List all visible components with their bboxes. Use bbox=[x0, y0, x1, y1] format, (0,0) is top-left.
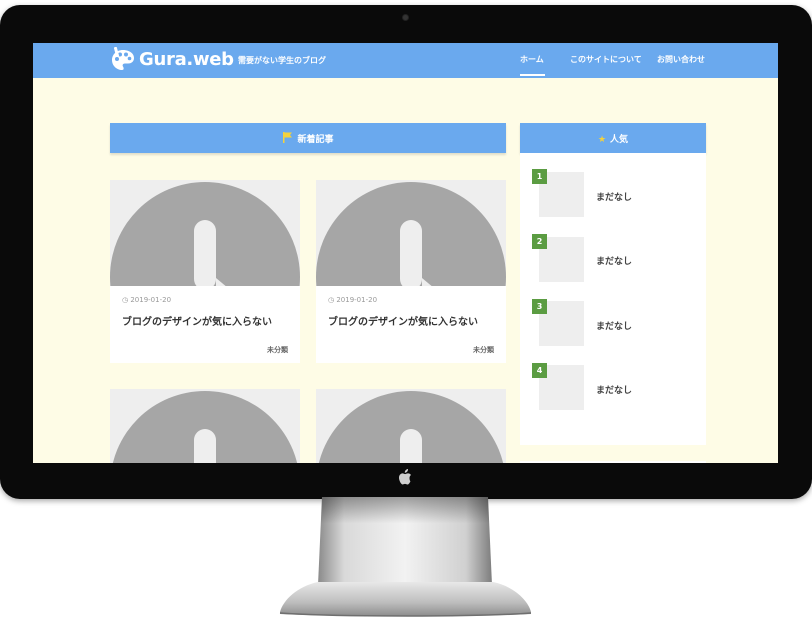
ranking-item-label[interactable]: まだなし bbox=[596, 190, 632, 203]
camera-icon bbox=[403, 15, 408, 20]
monitor-bezel: Gura.web 需要がない学生のブログ ホーム このサイトについて お問い合わ… bbox=[0, 5, 812, 499]
monitor-stand-neck bbox=[318, 497, 492, 585]
apple-logo-icon bbox=[399, 469, 411, 485]
new-posts-title: 新着記事 bbox=[297, 135, 334, 145]
popular-header: ★ 人気 bbox=[520, 123, 706, 153]
post-card[interactable]: ◷ 2019-01-20 ブログのデザインが気に入らない 未分類 bbox=[316, 180, 506, 363]
post-category[interactable]: 未分類 bbox=[267, 345, 288, 355]
sidebar-next-widget bbox=[520, 461, 706, 463]
rank-badge: 1 bbox=[532, 169, 547, 184]
rank-badge: 2 bbox=[532, 234, 547, 249]
post-title[interactable]: ブログのデザインが気に入らない bbox=[328, 313, 478, 328]
ranking-item-label[interactable]: まだなし bbox=[596, 254, 632, 267]
site-title[interactable]: Gura.web bbox=[139, 49, 234, 70]
nav-active-indicator bbox=[520, 74, 545, 76]
post-card[interactable]: ◷ 2019-01-20 ブログのデザインが気に入らない 未分類 bbox=[110, 180, 300, 363]
popular-title: 人気 bbox=[610, 135, 629, 145]
nav-contact[interactable]: お問い合わせ bbox=[657, 54, 705, 65]
star-icon: ★ bbox=[597, 135, 607, 145]
no-image-placeholder-icon bbox=[316, 182, 506, 286]
post-thumbnail[interactable] bbox=[110, 180, 300, 286]
post-card[interactable] bbox=[110, 389, 300, 463]
no-image-placeholder-icon bbox=[110, 182, 300, 286]
flag-icon bbox=[283, 132, 293, 143]
no-image-placeholder-icon bbox=[318, 391, 504, 463]
nav-about[interactable]: このサイトについて bbox=[570, 54, 642, 65]
website-screen: Gura.web 需要がない学生のブログ ホーム このサイトについて お問い合わ… bbox=[33, 43, 778, 463]
monitor-stand-base bbox=[279, 582, 532, 617]
post-thumbnail[interactable] bbox=[316, 180, 506, 286]
post-card[interactable] bbox=[316, 389, 506, 463]
ranking-item-label[interactable]: まだなし bbox=[596, 383, 632, 396]
rank-badge: 4 bbox=[532, 363, 547, 378]
post-date: ◷ 2019-01-20 bbox=[328, 296, 378, 304]
nav-home[interactable]: ホーム bbox=[520, 54, 544, 65]
new-posts-header: 新着記事 bbox=[110, 123, 506, 153]
post-title[interactable]: ブログのデザインが気に入らない bbox=[122, 313, 272, 328]
popular-list: 1 まだなし 2 まだなし 3 まだなし 4 まだなし bbox=[520, 153, 706, 445]
rank-badge: 3 bbox=[532, 299, 547, 314]
ranking-item-label[interactable]: まだなし bbox=[596, 319, 632, 332]
post-category[interactable]: 未分類 bbox=[473, 345, 494, 355]
no-image-placeholder-icon bbox=[112, 391, 298, 463]
post-thumbnail[interactable] bbox=[110, 389, 300, 463]
post-date: ◷ 2019-01-20 bbox=[122, 296, 172, 304]
post-thumbnail[interactable] bbox=[316, 389, 506, 463]
site-header: Gura.web 需要がない学生のブログ ホーム このサイトについて お問い合わ… bbox=[33, 43, 778, 78]
palette-logo-icon[interactable] bbox=[110, 47, 136, 73]
site-tagline: 需要がない学生のブログ bbox=[238, 56, 326, 65]
